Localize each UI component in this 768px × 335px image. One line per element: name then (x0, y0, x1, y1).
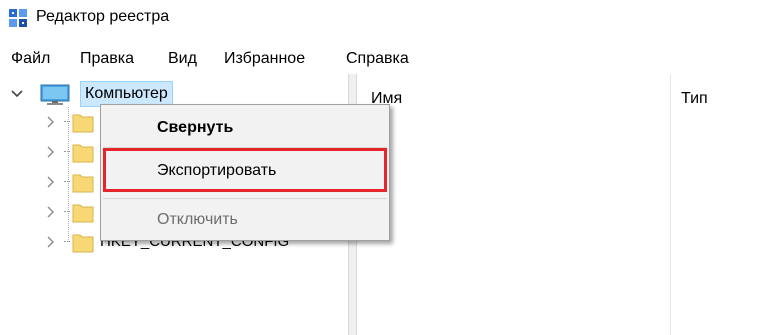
values-list-pane[interactable]: Имя Тип (357, 74, 768, 335)
chevron-right-icon[interactable] (44, 176, 56, 188)
menu-help[interactable]: Справка (346, 46, 409, 72)
menu-separator (103, 198, 387, 199)
tree-connector (64, 211, 70, 214)
menu-item-collapse[interactable]: Свернуть (101, 113, 389, 143)
chevron-right-icon[interactable] (44, 116, 56, 128)
menu-file[interactable]: Файл (11, 46, 50, 72)
menu-item-label: Свернуть (157, 119, 234, 136)
export-highlight-frame (103, 148, 387, 192)
title-bar: Редактор реестра (0, 0, 768, 38)
menu-favorites[interactable]: Избранное (224, 46, 305, 72)
tree-connector (64, 181, 70, 184)
folder-icon (72, 114, 94, 133)
registry-editor-icon (9, 9, 27, 27)
chevron-right-icon[interactable] (44, 146, 56, 158)
chevron-right-icon[interactable] (44, 206, 56, 218)
window-title: Редактор реестра (36, 8, 170, 25)
context-menu: Свернуть Экспортировать Отключить (100, 104, 390, 241)
folder-icon (72, 204, 94, 223)
tree-connector (64, 121, 70, 124)
folder-icon (72, 174, 94, 193)
tree-connector (64, 151, 70, 154)
column-header-type[interactable]: Тип (681, 74, 708, 118)
computer-icon (40, 84, 70, 105)
menu-view[interactable]: Вид (168, 46, 197, 72)
menu-item-disable: Отключить (101, 205, 389, 235)
menu-bar: Файл Правка Вид Избранное Справка (0, 46, 768, 72)
menu-item-label: Отключить (157, 211, 238, 228)
menu-edit[interactable]: Правка (80, 46, 134, 72)
chevron-right-icon[interactable] (44, 236, 56, 248)
chevron-down-icon[interactable] (10, 87, 24, 101)
folder-icon (72, 234, 94, 253)
folder-icon (72, 144, 94, 163)
column-separator[interactable] (670, 74, 671, 335)
tree-connector (64, 241, 70, 244)
